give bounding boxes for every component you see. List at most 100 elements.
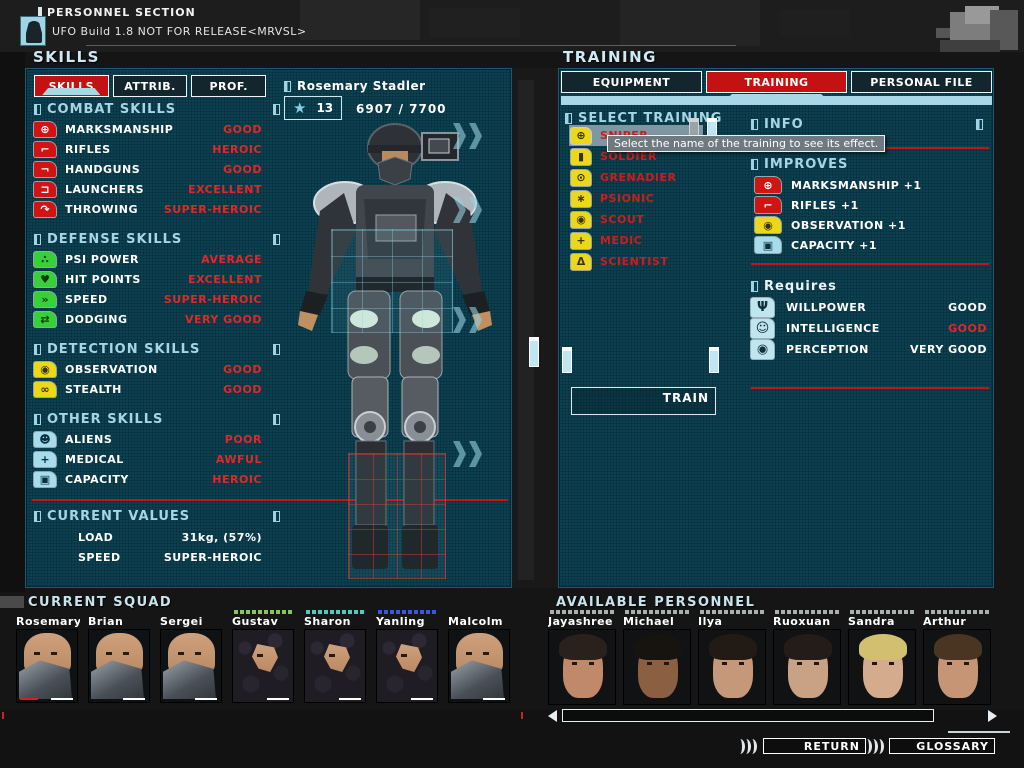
section-header-select-training: SELECT TRAINING	[565, 111, 765, 126]
scroll-left-icon[interactable]	[548, 710, 557, 722]
chevron-right-icon[interactable]	[453, 197, 482, 223]
training-item-scout[interactable]: ◉ SCOUT	[569, 209, 703, 230]
launcher-icon: ⊐	[34, 182, 56, 197]
squad-member[interactable]: Sergei	[160, 610, 224, 703]
level-value: 13	[316, 101, 333, 115]
skill-row[interactable]: ∴ PSI POWER AVERAGE	[26, 249, 288, 269]
tab-personal-file[interactable]: PERSONAL FILE	[851, 71, 992, 93]
skill-row[interactable]: ☻ ALIENS POOR	[26, 429, 288, 449]
tab-attrib[interactable]: ATTRIB.	[113, 75, 188, 97]
tab-training[interactable]: TRAINING	[706, 71, 847, 93]
grenade-icon: ⊙	[571, 170, 591, 186]
training-item-grenadier[interactable]: ⊙ GRENADIER	[569, 167, 703, 188]
training-item-medic[interactable]: + MEDIC	[569, 230, 703, 251]
tab-skills[interactable]: SKILLS	[34, 75, 109, 97]
eyes	[797, 662, 802, 665]
machinery-decoration	[990, 10, 1018, 50]
title-decoration	[0, 596, 24, 608]
skill-row[interactable]: ⊐ LAUNCHERS EXCELLENT	[26, 179, 288, 199]
return-button[interactable]: RETURN	[763, 738, 866, 754]
skill-value: POOR	[225, 433, 262, 446]
member-name: Arthur	[923, 615, 993, 628]
requires-list: Ψ WILLPOWER GOOD ☺ INTELLIGENCE GOOD ◉ P…	[751, 297, 991, 360]
member-portrait[interactable]	[923, 629, 991, 705]
personnel-member[interactable]: Ilya	[698, 610, 768, 705]
skill-value: VERY GOOD	[185, 313, 262, 326]
scrollbar-thumb[interactable]	[689, 118, 699, 136]
squad-member[interactable]: Rosemary	[16, 610, 80, 703]
value-label: LOAD	[78, 531, 113, 544]
skill-row[interactable]: » SPEED SUPER-HEROIC	[26, 289, 288, 309]
member-portrait[interactable]	[88, 629, 150, 703]
skill-row[interactable]: ⊕ MARKSMANSHIP GOOD	[26, 119, 288, 139]
squad-member[interactable]: Gustav	[232, 610, 296, 703]
red-tick	[521, 712, 523, 719]
bracket-icon	[273, 234, 280, 245]
personnel-member[interactable]: Ruoxuan	[773, 610, 843, 705]
chevron-right-icon[interactable]	[453, 307, 482, 333]
scrollbar-thumb[interactable]	[707, 118, 717, 136]
skill-row[interactable]: + MEDICAL AWFUL	[26, 449, 288, 469]
training-item-psionic[interactable]: ∗ PSIONIC	[569, 188, 703, 209]
squad-member[interactable]: Yanling	[376, 610, 440, 703]
skills-panel-title: SKILLS	[33, 48, 100, 66]
flask-icon: Δ	[571, 254, 591, 270]
member-portrait[interactable]	[376, 629, 438, 703]
chevron-right-icon[interactable]	[453, 441, 482, 467]
squad-member[interactable]: Malcolm	[448, 610, 512, 703]
personnel-member[interactable]: Michael	[623, 610, 693, 705]
member-name: Gustav	[232, 615, 296, 628]
tab-label: PROF.	[209, 80, 247, 93]
member-portrait[interactable]	[698, 629, 766, 705]
skill-row[interactable]: ⌐ RIFLES HEROIC	[26, 139, 288, 159]
member-portrait[interactable]	[448, 629, 510, 703]
skill-row[interactable]: ⇄ DODGING VERY GOOD	[26, 309, 288, 329]
skill-row[interactable]: ¬ HANDGUNS GOOD	[26, 159, 288, 179]
face	[396, 644, 422, 672]
skill-row[interactable]: ∞ STEALTH GOOD	[26, 379, 288, 399]
member-portrait[interactable]	[160, 629, 222, 703]
skill-value: SUPER-HEROIC	[164, 203, 262, 216]
scrollbar-thumb[interactable]	[562, 347, 572, 373]
scroll-right-icon[interactable]	[988, 710, 997, 722]
skill-row[interactable]: ♥ HIT POINTS EXCELLENT	[26, 269, 288, 289]
crosshair-icon: ⊕	[34, 122, 56, 137]
member-portrait[interactable]	[548, 629, 616, 705]
status-bar	[51, 698, 73, 700]
personnel-screen: PERSONNEL SECTION UFO Build 1.8 NOT FOR …	[0, 0, 1024, 768]
skill-value: HEROIC	[212, 143, 262, 156]
member-portrait[interactable]	[304, 629, 366, 703]
member-name: Brian	[88, 615, 152, 628]
background-block	[300, 0, 420, 40]
skill-row[interactable]: ▣ CAPACITY HEROIC	[26, 469, 288, 489]
squad-member[interactable]: Brian	[88, 610, 152, 703]
skills-panel: SKILLS ATTRIB. PROF. COMBAT SKILLS	[25, 68, 512, 588]
member-portrait[interactable]	[773, 629, 841, 705]
scrollbar-thumb[interactable]	[529, 337, 539, 367]
skill-row[interactable]: ◉ OBSERVATION GOOD	[26, 359, 288, 379]
squad-member[interactable]: Sharon	[304, 610, 368, 703]
member-portrait[interactable]	[623, 629, 691, 705]
scrollbar-thumb[interactable]	[709, 347, 719, 373]
glossary-button[interactable]: GLOSSARY	[889, 738, 995, 754]
member-name: Sharon	[304, 615, 368, 628]
personnel-member[interactable]: Arthur	[923, 610, 993, 705]
section-title-text: Requires	[764, 279, 837, 294]
skill-row[interactable]: ↷ THROWING SUPER-HEROIC	[26, 199, 288, 219]
personnel-scrollbar[interactable]	[562, 709, 934, 722]
member-portrait[interactable]	[16, 629, 78, 703]
personnel-member[interactable]: Jayashree	[548, 610, 618, 705]
rifle-icon: ⌐	[755, 197, 781, 213]
eyes	[872, 662, 877, 665]
detection-skill-rows: ◉ OBSERVATION GOOD ∞ STEALTH GOOD	[26, 359, 288, 399]
personnel-member[interactable]: Sandra	[848, 610, 918, 705]
eyes	[947, 662, 952, 665]
member-portrait[interactable]	[232, 629, 294, 703]
chevron-right-icon[interactable]	[453, 123, 482, 149]
background-block	[430, 8, 520, 38]
training-item-scientist[interactable]: Δ SCIENTIST	[569, 251, 703, 272]
train-button[interactable]: TRAIN	[571, 387, 716, 415]
tab-prof[interactable]: PROF.	[191, 75, 266, 97]
tab-equipment[interactable]: EQUIPMENT	[561, 71, 702, 93]
member-portrait[interactable]	[848, 629, 916, 705]
